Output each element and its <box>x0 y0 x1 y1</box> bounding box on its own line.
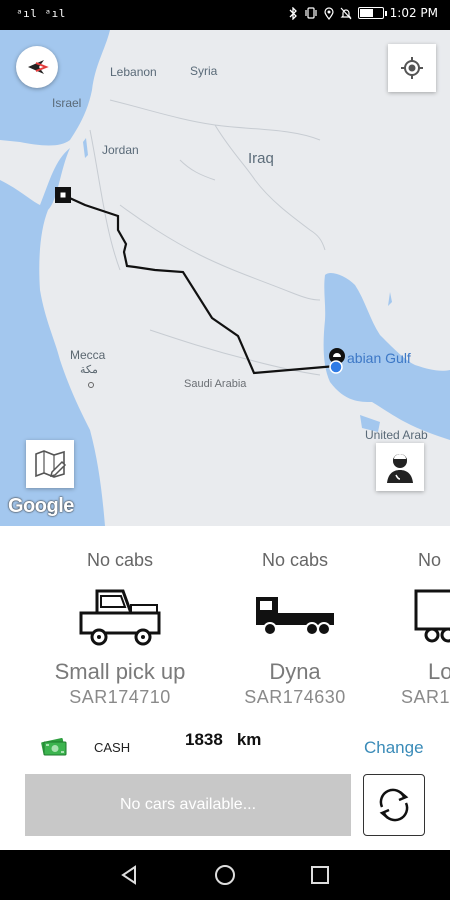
mute-icon <box>340 7 352 19</box>
vehicle-option-small-pickup[interactable]: No cabs Small pick up SAR174710 <box>30 526 210 708</box>
nav-recents-button[interactable] <box>308 863 332 887</box>
map-label-jordan: Jordan <box>102 143 139 157</box>
map-label-saudi: Saudi Arabia <box>184 378 247 390</box>
refresh-button[interactable] <box>363 774 425 836</box>
box-truck-icon <box>414 589 450 643</box>
crosshair-icon <box>401 57 423 79</box>
map-label-uae: United Arab <box>365 428 428 442</box>
vibrate-icon <box>305 7 317 19</box>
pickup-truck-icon <box>79 589 161 646</box>
trip-distance: 1838 km <box>185 730 261 750</box>
vehicle-option-dyna[interactable]: No cabs Dyna SAR174630 <box>205 526 385 708</box>
nav-back-button[interactable] <box>117 863 141 887</box>
bluetooth-icon <box>289 6 297 20</box>
payment-row: CASH 1838 km Change <box>0 728 450 762</box>
vehicle-availability: No <box>418 550 442 570</box>
map-label-israel: Israel <box>52 96 82 110</box>
back-icon <box>121 865 136 885</box>
google-logo: Google <box>8 495 74 517</box>
map-label-iraq: Iraq <box>248 150 274 167</box>
payment-method: CASH <box>94 740 131 755</box>
map-label-syria: Syria <box>190 64 218 78</box>
vehicle-availability: No cabs <box>86 550 154 570</box>
distance-unit: km <box>236 730 262 749</box>
vehicle-price: SAR174630 <box>244 687 346 707</box>
vehicle-name: Small pick up <box>54 659 186 684</box>
status-bar: ᵃıl ᵃıl 1:02 PM <box>0 0 450 30</box>
vehicle-name: Lo <box>428 659 450 684</box>
my-location-button[interactable] <box>388 44 436 92</box>
map-view[interactable]: Lebanon Syria Israel Jordan Iraq abian G… <box>0 30 450 526</box>
map-pencil-icon <box>35 450 67 478</box>
nav-home-button[interactable] <box>213 863 237 887</box>
vehicle-availability: No cabs <box>261 550 329 570</box>
map-label-lebanon: Lebanon <box>110 65 157 79</box>
map-label-mecca: Mecca <box>70 348 106 362</box>
distance-value: 1838 <box>185 730 223 749</box>
vehicle-price: SAR174710 <box>69 687 171 707</box>
back-button[interactable] <box>16 46 58 88</box>
status-icons: 1:02 PM <box>288 6 438 20</box>
home-icon <box>215 865 235 885</box>
map-label-gulf: abian Gulf <box>347 350 411 366</box>
driver-icon <box>387 454 413 483</box>
vehicle-option-lorry[interactable]: No Lo SAR1 <box>380 526 450 708</box>
cash-icon <box>41 738 67 756</box>
back-arrow-icon <box>28 60 49 74</box>
battery-icon <box>357 7 387 19</box>
refresh-icon <box>379 788 409 822</box>
flatbed-truck-icon <box>256 597 334 636</box>
origin-dot <box>329 360 343 374</box>
map-edit-button[interactable] <box>26 440 74 488</box>
driver-contact-button[interactable] <box>376 443 424 491</box>
change-payment-link[interactable]: Change <box>364 738 424 758</box>
map-label-mecca-ar: مكة <box>80 364 98 376</box>
booking-panel: No cabs Small pick up SAR174710 No cabs <box>0 526 450 850</box>
location-icon <box>324 6 334 20</box>
vehicle-price: SAR1 <box>401 687 450 707</box>
clock: 1:02 PM <box>389 6 438 20</box>
system-nav-bar <box>0 850 450 900</box>
recents-icon <box>311 866 329 884</box>
request-button[interactable]: No cars available... <box>25 774 351 836</box>
vehicle-name: Dyna <box>269 659 321 684</box>
signal-indicator: ᵃıl ᵃıl <box>16 7 66 20</box>
